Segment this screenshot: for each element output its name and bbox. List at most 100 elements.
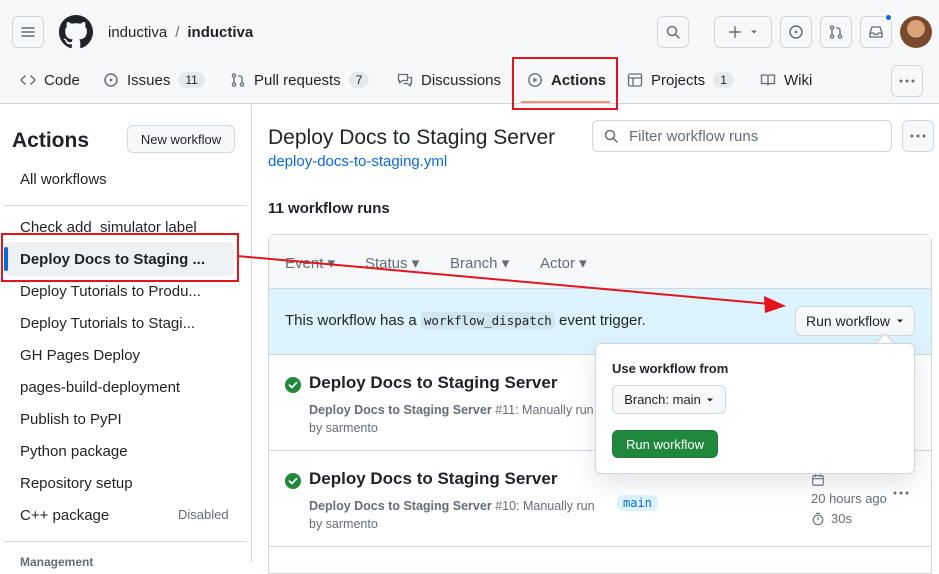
actor-filter-label: Actor	[540, 255, 576, 272]
issues-count: 11	[178, 72, 205, 88]
search-icon	[666, 25, 680, 39]
table-icon	[627, 73, 643, 87]
dispatch-message: This workflow has a workflow_dispatch ev…	[285, 312, 646, 329]
runs-filter-bar: Event ▾ Status ▾ Branch ▾ Actor ▾	[269, 235, 931, 289]
run-detail: #11: Manually run	[495, 403, 594, 417]
page-title: Deploy Docs to Staging Server	[268, 126, 556, 149]
status-filter-label: Status	[365, 255, 408, 272]
run-actor: by sarmento	[309, 517, 378, 531]
sidebar-item-workflow[interactable]: Deploy Tutorials to Stagi...	[20, 315, 230, 332]
calendar-icon	[812, 474, 824, 486]
issue-icon	[104, 73, 118, 87]
tab-issues-label: Issues	[127, 71, 171, 89]
management-heading: Management	[20, 555, 94, 569]
tab-code[interactable]: Code	[20, 60, 80, 100]
event-filter[interactable]: Event ▾	[285, 254, 335, 272]
run-workflow-button[interactable]: Run workflow	[612, 430, 718, 458]
menu-button[interactable]	[12, 16, 44, 48]
dispatch-text-before: This workflow has a	[285, 312, 421, 329]
notification-dot	[884, 13, 893, 22]
actions-tab-highlight	[512, 57, 618, 110]
kebab-horizontal-icon	[910, 134, 926, 138]
run-detail: #10: Manually run	[495, 499, 595, 513]
sidebar-item-workflow[interactable]: GH Pages Deploy	[20, 347, 230, 364]
actor-filter[interactable]: Actor ▾	[540, 254, 587, 272]
branch-filter[interactable]: Branch ▾	[450, 254, 509, 272]
code-icon	[20, 75, 36, 85]
filter-placeholder: Filter workflow runs	[629, 127, 759, 145]
disabled-badge: Disabled	[178, 507, 229, 522]
sidebar-divider	[4, 205, 246, 206]
issue-icon	[789, 25, 803, 39]
run-workflow-dropdown-button[interactable]: Run workflow	[795, 306, 915, 336]
stopwatch-icon	[812, 512, 824, 525]
tab-wiki[interactable]: Wiki	[760, 60, 812, 100]
run-date	[811, 473, 825, 487]
search-icon	[604, 129, 618, 143]
sidebar-title: Actions	[12, 129, 90, 152]
tab-pull-requests[interactable]: Pull requests 7	[230, 60, 370, 100]
caret-down-icon	[897, 319, 904, 323]
inbox-icon	[869, 26, 883, 38]
pull-request-icon	[231, 73, 245, 87]
sidebar-item-all-workflows[interactable]: All workflows	[20, 171, 230, 188]
kebab-horizontal-icon[interactable]	[893, 491, 909, 495]
plus-icon	[729, 26, 741, 38]
tab-wiki-label: Wiki	[784, 71, 813, 89]
breadcrumb: inductiva / inductiva	[108, 24, 253, 41]
dispatch-text-after: event trigger.	[554, 312, 646, 329]
run-subtitle: Deploy Docs to Staging Server #11: Manua…	[309, 401, 609, 437]
tab-pull-requests-label: Pull requests	[254, 71, 341, 89]
sidebar-item-workflow[interactable]: Deploy Tutorials to Produ...	[20, 283, 230, 300]
sidebar-item-workflow[interactable]: pages-build-deployment	[20, 379, 230, 396]
sidebar-item-workflow[interactable]: Repository setup	[20, 475, 230, 492]
owner-link[interactable]: inductiva	[108, 24, 167, 41]
new-workflow-button[interactable]: New workflow	[127, 125, 235, 153]
workflow-file-link[interactable]: deploy-docs-to-staging.yml	[268, 153, 447, 170]
issues-shortcut-button[interactable]	[780, 16, 812, 48]
hamburger-icon	[21, 27, 35, 37]
check-circle-icon	[285, 473, 301, 489]
tab-code-label: Code	[44, 71, 80, 89]
sidebar-item-workflow[interactable]: Python package	[20, 443, 230, 460]
status-filter[interactable]: Status ▾	[365, 254, 419, 272]
tab-projects[interactable]: Projects 1	[627, 60, 734, 100]
more-tabs-button[interactable]	[891, 65, 923, 97]
filter-runs-input[interactable]: Filter workflow runs	[592, 120, 892, 152]
run-workflow-popover: Use workflow from Branch: main Run workf…	[595, 343, 915, 474]
sidebar-item-workflow[interactable]: Publish to PyPI	[20, 411, 230, 428]
run-title[interactable]: Deploy Docs to Staging Server	[309, 373, 557, 393]
dispatch-code: workflow_dispatch	[420, 312, 555, 329]
pull-request-icon	[829, 25, 843, 39]
branch-label[interactable]: main	[617, 495, 658, 511]
tab-discussions[interactable]: Discussions	[397, 60, 501, 100]
pull-requests-shortcut-button[interactable]	[820, 16, 852, 48]
create-new-button[interactable]	[714, 16, 772, 48]
check-circle-icon	[285, 377, 301, 393]
run-title[interactable]: Deploy Docs to Staging Server	[309, 469, 557, 489]
branch-filter-label: Branch	[450, 255, 498, 272]
workflow-menu-button[interactable]	[902, 120, 934, 152]
github-logo-icon[interactable]	[59, 15, 93, 49]
search-button[interactable]	[657, 16, 689, 48]
pull-requests-count: 7	[348, 72, 370, 88]
run-actor: by sarmento	[309, 421, 378, 435]
run-duration: 30s	[811, 511, 852, 526]
discussion-icon	[397, 73, 413, 87]
repo-link[interactable]: inductiva	[187, 24, 253, 41]
run-workflow-name: Deploy Docs to Staging Server	[309, 499, 492, 513]
sidebar-divider	[4, 541, 246, 542]
repo-nav: Code Issues 11 Pull requests 7 Discussio…	[0, 60, 939, 104]
branch-select-button[interactable]: Branch: main	[612, 385, 726, 414]
breadcrumb-separator: /	[175, 24, 180, 41]
kebab-horizontal-icon	[899, 79, 915, 83]
run-workflow-name: Deploy Docs to Staging Server	[309, 403, 492, 417]
workflows-sidebar: Actions New workflow All workflows Check…	[0, 105, 252, 569]
popover-title: Use workflow from	[612, 361, 729, 376]
selected-workflow-highlight	[1, 233, 239, 282]
sidebar-item-workflow[interactable]: C++ package	[20, 507, 170, 524]
run-time: 20 hours ago	[811, 491, 887, 506]
book-icon	[760, 74, 776, 86]
tab-issues[interactable]: Issues 11	[103, 60, 205, 100]
avatar[interactable]	[900, 16, 932, 48]
